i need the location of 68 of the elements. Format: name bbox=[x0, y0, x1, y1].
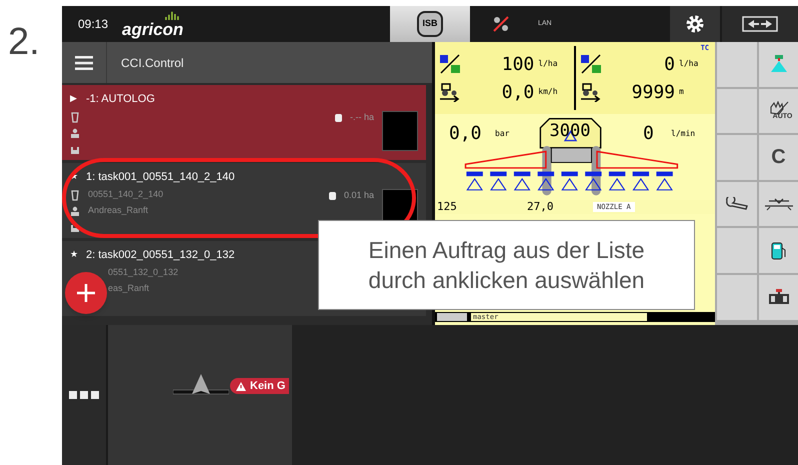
rate-icon bbox=[580, 54, 602, 74]
task-title: -1: AUTOLOG bbox=[86, 92, 155, 107]
boom-icon bbox=[764, 197, 794, 212]
task-title: 2: task002_00551_132_0_132 bbox=[86, 248, 235, 263]
rate-icon bbox=[439, 54, 461, 74]
instruction-tooltip: Einen Auftrag aus der Liste durch anklicken auswählen bbox=[318, 220, 695, 310]
switch-view-button[interactable] bbox=[722, 6, 798, 42]
area-icon bbox=[328, 192, 336, 200]
tractor-icon bbox=[439, 82, 461, 102]
person-icon bbox=[70, 206, 80, 216]
isb-button[interactable]: ISB bbox=[390, 6, 470, 42]
fuel-pump-icon bbox=[770, 242, 786, 260]
customer-name: Andreas_Ranft bbox=[88, 204, 148, 218]
area-icon bbox=[334, 114, 342, 122]
logo: agricon bbox=[122, 20, 184, 38]
softkey[interactable] bbox=[759, 228, 798, 273]
flow-value: 0 bbox=[643, 122, 654, 146]
field-icon bbox=[70, 190, 80, 200]
task-area: -.-- ha bbox=[350, 111, 374, 124]
readout-value: 100 bbox=[500, 52, 534, 76]
settings-button[interactable] bbox=[670, 6, 720, 42]
plus-icon bbox=[76, 283, 96, 303]
readout-unit: m bbox=[679, 86, 685, 98]
task-thumbnail bbox=[382, 111, 418, 151]
swap-arrows-icon bbox=[742, 16, 778, 32]
flow-unit: l/min bbox=[671, 128, 696, 140]
pressure-value: 0,0 bbox=[449, 122, 482, 146]
softkey[interactable]: C bbox=[759, 135, 798, 180]
task-row[interactable]: ▶ -1: AUTOLOG -.-- ha bbox=[62, 85, 426, 160]
customer-name: eas_Ranft bbox=[108, 282, 150, 296]
tractor-icon bbox=[580, 82, 602, 102]
softkey[interactable] bbox=[717, 182, 757, 226]
dots-icon bbox=[69, 391, 99, 399]
task-marker: ★ bbox=[70, 248, 78, 262]
softkey[interactable] bbox=[759, 274, 798, 320]
clock-time: 09:13 bbox=[78, 16, 108, 33]
warning-icon bbox=[236, 382, 246, 390]
wrench-icon bbox=[725, 197, 749, 212]
readout-value: 27,0 bbox=[527, 201, 554, 213]
disconnected-icon bbox=[492, 15, 510, 33]
tank-level: 3000 bbox=[548, 120, 592, 143]
vehicle-position-icon bbox=[173, 373, 229, 397]
readout-value: 0 bbox=[663, 52, 675, 76]
field-icon bbox=[70, 112, 80, 122]
readout-value: 125 bbox=[437, 201, 458, 213]
settings-icon bbox=[685, 14, 705, 34]
readout-value: 9999 bbox=[630, 80, 675, 104]
logo-bars-icon bbox=[163, 10, 182, 20]
task-marker: ▶ bbox=[70, 92, 78, 106]
gps-warning-badge: Kein G bbox=[230, 378, 290, 394]
task-area: 0.01 ha bbox=[344, 189, 374, 202]
task-title: 1: task001_00551_140_2_140 bbox=[86, 170, 235, 185]
menu-icon bbox=[75, 56, 93, 70]
person-icon bbox=[70, 128, 80, 138]
readout-unit: l/ha bbox=[538, 58, 559, 70]
valve-icon bbox=[768, 289, 788, 306]
readout-unit: km/h bbox=[538, 86, 559, 98]
field-name: 0551_132_0_132 bbox=[108, 266, 178, 280]
readout-value: 0,0 bbox=[500, 80, 534, 104]
readout-unit: l/ha bbox=[679, 58, 700, 70]
softkey[interactable] bbox=[759, 182, 798, 226]
step-number: 2. bbox=[8, 21, 40, 63]
sprayer-icon bbox=[768, 55, 788, 74]
isb-stop-sign: ISB bbox=[417, 11, 443, 37]
pressure-unit: bar bbox=[495, 128, 510, 140]
more-button[interactable] bbox=[62, 325, 108, 465]
field-name: 00551_140_2_140 bbox=[88, 188, 164, 202]
app-title: CCI.Control bbox=[121, 54, 184, 72]
